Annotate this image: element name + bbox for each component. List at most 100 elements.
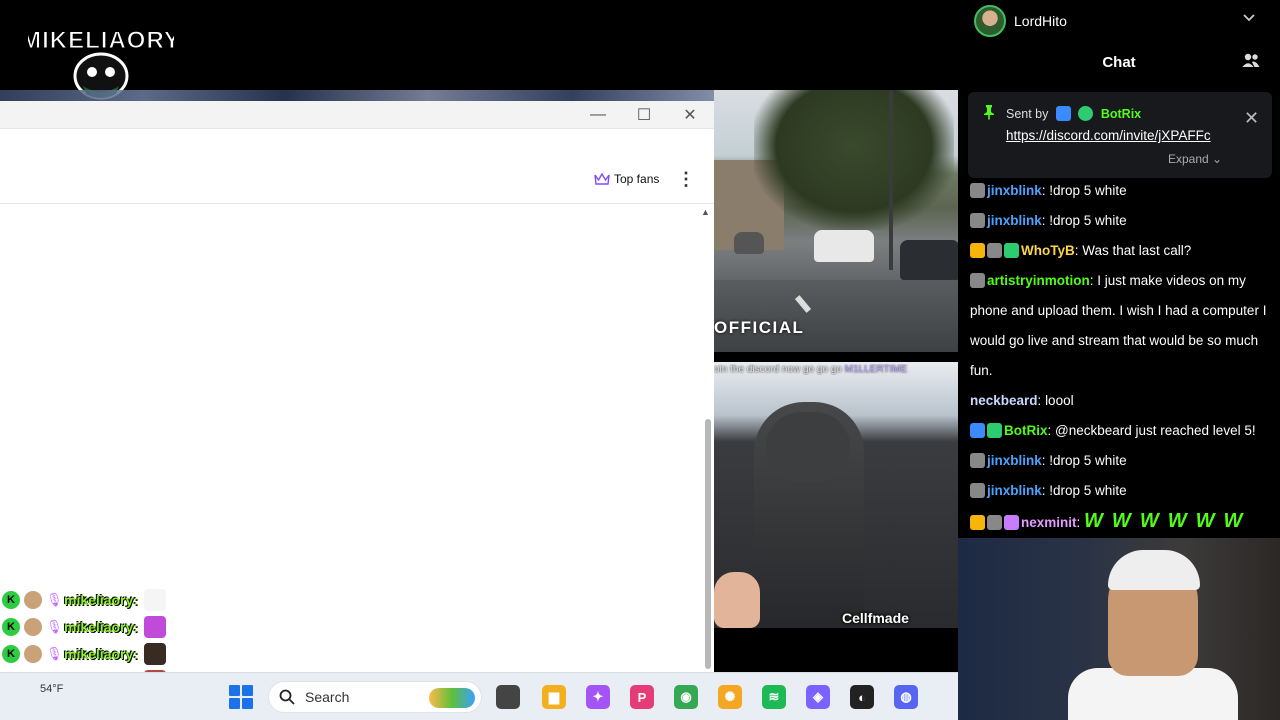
road xyxy=(714,280,958,352)
chat-username[interactable]: neckbeard xyxy=(970,393,1038,408)
chat-message: neckbeard: loool xyxy=(958,386,1280,416)
kick-emote-icon: W xyxy=(1139,510,1160,532)
discord-ticker: oin the discord now go go go M1LLERTIME xyxy=(714,364,958,375)
top-fans-label: Top fans xyxy=(614,172,660,186)
chat-text: loool xyxy=(1045,393,1074,408)
cam-label: Cellfmade xyxy=(842,610,909,626)
chat-username[interactable]: WhoTyB xyxy=(1021,243,1075,258)
chat-text: Was that last call? xyxy=(1082,243,1192,258)
pinned-sender: BotRix xyxy=(1100,107,1142,121)
verified-badge-icon xyxy=(1078,106,1094,121)
chat-badge-icon xyxy=(987,423,1002,438)
sent-by-label: Sent by xyxy=(1006,107,1049,121)
hand xyxy=(714,572,760,628)
spotify-icon[interactable]: ≋ xyxy=(762,685,786,709)
chat-message: BotRix: @neckbeard just reached level 5! xyxy=(958,416,1280,446)
streamer-cap xyxy=(1108,550,1200,590)
users-icon[interactable] xyxy=(1242,52,1260,68)
kick-chat-panel: LordHito Chat Sent by BotRix ✕ https://d… xyxy=(958,0,1280,538)
search-placeholder: Search xyxy=(305,689,350,705)
avatar xyxy=(24,617,42,636)
overlay-chat-row: K 🎙mikeliaory: xyxy=(0,640,200,667)
file-explorer-icon[interactable]: ▆ xyxy=(542,685,566,709)
search-highlight-art xyxy=(429,688,475,708)
kick-badge-icon: K xyxy=(2,617,20,636)
pinned-expand-button[interactable]: Expand ⌄ xyxy=(1168,152,1222,166)
streamer-webcam xyxy=(958,538,1280,720)
pinned-link[interactable]: https://discord.com/invite/jXPAFFc xyxy=(1006,128,1211,143)
close-window-button[interactable]: ✕ xyxy=(670,103,710,127)
kick-emote-icon: W xyxy=(1195,510,1216,532)
chat-text: I just make videos on my phone and uploa… xyxy=(970,273,1267,378)
chat-message: artistryinmotion: I just make videos on … xyxy=(958,266,1280,386)
kick-emote-icon: W xyxy=(1111,510,1132,532)
chat-username[interactable]: jinxblink xyxy=(987,453,1042,468)
chat-badge-icon xyxy=(970,213,985,228)
chat-message: WhoTyB: Was that last call? xyxy=(958,236,1280,266)
avatar xyxy=(24,644,42,663)
chat-badge-icon xyxy=(987,243,1002,258)
chat-username[interactable]: artistryinmotion xyxy=(987,273,1090,288)
capcut-icon[interactable]: ◐ xyxy=(850,685,874,709)
scroll-up-arrow-icon[interactable]: ▲ xyxy=(701,207,710,217)
kick-badge-icon: K xyxy=(2,590,20,609)
kick-emote-icon: W xyxy=(1084,510,1104,532)
user-menu[interactable]: LordHito xyxy=(958,0,1280,42)
microphone-icon: 🎙 xyxy=(46,645,63,661)
chat-username[interactable]: jinxblink xyxy=(987,483,1042,498)
more-options-icon[interactable]: ⋮ xyxy=(676,167,696,191)
windows-taskbar: 54°F Search ▆ ✦ P ◉ ✺ ≋ ◈ ◐ ◍ xyxy=(0,672,958,720)
chat-badge-icon xyxy=(970,183,985,198)
chat-message: jinxblink: !drop 5 white xyxy=(958,206,1280,236)
parked-car xyxy=(734,232,764,254)
copilot-icon[interactable]: ✦ xyxy=(586,685,610,709)
chat-username[interactable]: BotRix xyxy=(1004,423,1048,438)
parked-car xyxy=(900,240,958,280)
top-fans-button[interactable]: Top fans xyxy=(588,167,665,191)
chat-badge-icon xyxy=(970,453,985,468)
taskbar-search[interactable]: Search xyxy=(268,681,482,713)
utility-pole xyxy=(889,90,893,270)
chat-colon: : xyxy=(1047,423,1056,438)
chat-badge-icon xyxy=(970,273,985,288)
username: LordHito xyxy=(1014,13,1067,29)
discord-icon[interactable]: ◍ xyxy=(894,685,918,709)
chrome-icon[interactable]: ◉ xyxy=(674,685,698,709)
chat-badge-icon xyxy=(1004,515,1019,530)
minimize-button[interactable]: — xyxy=(578,103,618,127)
chevron-down-icon[interactable] xyxy=(1242,10,1256,24)
crown-icon xyxy=(594,172,610,185)
chat-colon: : xyxy=(1076,515,1085,530)
chat-message: jinxblink: !drop 5 white xyxy=(958,446,1280,476)
pinned-message: Sent by BotRix ✕ https://discord.com/inv… xyxy=(968,92,1272,178)
ticker-user: M1LLERTIME xyxy=(844,364,908,375)
picsart-icon[interactable]: P xyxy=(630,685,654,709)
microphone-icon: 🎙 xyxy=(46,618,63,634)
close-icon[interactable]: ✕ xyxy=(1244,108,1259,129)
bot-badge-icon xyxy=(1055,106,1071,121)
chat-username[interactable]: nexminit xyxy=(1021,515,1077,530)
emote-icon xyxy=(143,615,166,638)
obs-icon[interactable]: ◈ xyxy=(806,685,830,709)
stream-stage: MIKELIAORY — ☐ ✕ Top fans ⋮ ▲ OFFICIAL o… xyxy=(0,0,958,720)
sun-app-icon[interactable]: ✺ xyxy=(718,685,742,709)
headrest xyxy=(766,412,850,482)
ticker-text: oin the discord now go go go xyxy=(714,364,842,375)
task-view-icon[interactable] xyxy=(496,685,520,709)
chat-badge-icon xyxy=(1004,243,1019,258)
user-avatar[interactable] xyxy=(974,5,1006,37)
scrollbar-thumb[interactable] xyxy=(705,419,711,669)
windows-start-icon[interactable] xyxy=(229,685,253,709)
chat-badge-icon xyxy=(970,243,985,258)
chat-badge-icon xyxy=(970,423,985,438)
chat-text: !drop 5 white xyxy=(1049,453,1127,468)
chat-colon: : xyxy=(1037,393,1046,408)
chat-username[interactable]: jinxblink xyxy=(987,183,1042,198)
weather-widget[interactable]: 54°F xyxy=(40,683,63,695)
chat-text: @neckbeard just reached level 5! xyxy=(1055,423,1256,438)
car-camera-feed: oin the discord now go go go M1LLERTIME … xyxy=(714,362,958,628)
chat-username[interactable]: jinxblink xyxy=(987,213,1042,228)
emote-icon xyxy=(143,588,166,611)
chat-message: jinxblink: !drop 5 white xyxy=(958,476,1280,506)
maximize-button[interactable]: ☐ xyxy=(624,103,664,127)
